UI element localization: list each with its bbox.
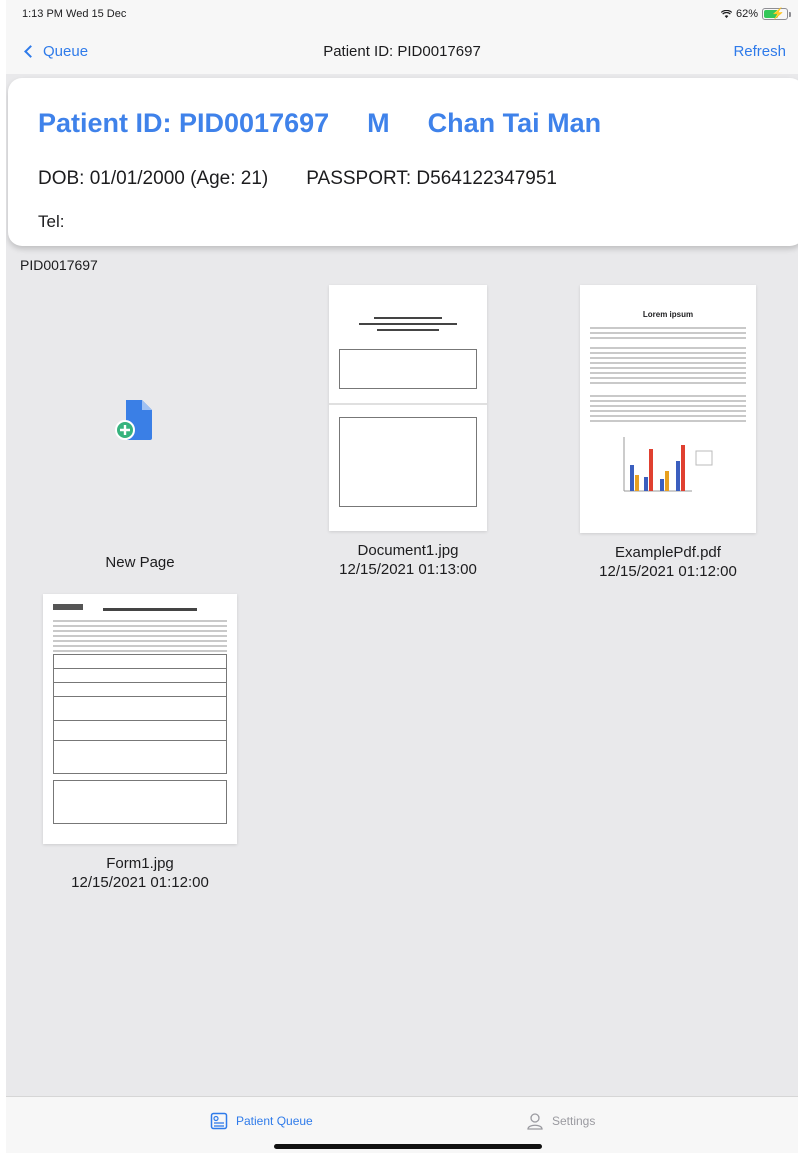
patient-dob: DOB: 01/01/2000 (Age: 21) bbox=[38, 168, 269, 189]
status-bar: 1:13 PM Wed 15 Dec 62% ⚡ bbox=[6, 0, 798, 32]
refresh-button[interactable]: Refresh bbox=[733, 43, 786, 60]
pdf-thumb-heading: Lorem ipsum bbox=[642, 310, 694, 319]
form-tile[interactable]: Form1.jpg 12/15/2021 01:12:00 bbox=[10, 594, 270, 892]
form-caption: Form1.jpg 12/15/2021 01:12:00 bbox=[10, 854, 270, 892]
new-page-label: New Page bbox=[105, 554, 175, 571]
document-caption: Document1.jpg 12/15/2021 01:13:00 bbox=[278, 541, 538, 579]
tab-patient-queue-label: Patient Queue bbox=[236, 1114, 313, 1128]
battery-percent: 62% bbox=[735, 8, 758, 20]
form-thumbnail bbox=[43, 594, 237, 844]
tab-patient-queue[interactable]: Patient Queue bbox=[210, 1112, 313, 1130]
nav-title: Patient ID: PID0017697 bbox=[323, 43, 481, 60]
patient-id: Patient ID: PID0017697 bbox=[38, 108, 330, 138]
folder-label: PID0017697 bbox=[20, 257, 98, 273]
form-name: Form1.jpg bbox=[106, 855, 174, 872]
patient-passport: PASSPORT: D564122347951 bbox=[306, 168, 557, 189]
pdf-chart-thumbnail bbox=[623, 437, 713, 492]
document-date: 12/15/2021 01:13:00 bbox=[339, 561, 477, 578]
patient-name: Chan Tai Man bbox=[427, 108, 602, 138]
pdf-tile[interactable]: Lorem ipsum ExamplePdf.pdf 12/15/2021 01… bbox=[538, 285, 798, 581]
new-page-tile[interactable]: New Page bbox=[10, 285, 270, 585]
document-tile[interactable]: Document1.jpg 12/15/2021 01:13:00 bbox=[278, 285, 538, 579]
tab-settings[interactable]: Settings bbox=[526, 1112, 595, 1130]
patient-info-card: Patient ID: PID0017697 M Chan Tai Man DO… bbox=[8, 78, 798, 246]
document-thumbnail bbox=[329, 285, 487, 531]
add-document-icon bbox=[115, 400, 152, 440]
pdf-caption: ExamplePdf.pdf 12/15/2021 01:12:00 bbox=[538, 543, 798, 581]
patient-header: Patient ID: PID0017697 M Chan Tai Man bbox=[38, 108, 601, 139]
patient-sex: M bbox=[367, 108, 390, 138]
pdf-thumbnail: Lorem ipsum bbox=[580, 285, 756, 533]
patient-queue-icon bbox=[210, 1112, 228, 1130]
status-time: 1:13 PM Wed 15 Dec bbox=[22, 8, 127, 20]
tab-settings-label: Settings bbox=[552, 1114, 596, 1128]
document-name: Document1.jpg bbox=[357, 542, 459, 559]
pdf-name: ExamplePdf.pdf bbox=[615, 544, 721, 561]
home-indicator bbox=[274, 1144, 542, 1149]
status-indicators: 62% ⚡ bbox=[720, 8, 791, 20]
wifi-icon bbox=[720, 9, 732, 18]
patient-details: DOB: 01/01/2000 (Age: 21) PASSPORT: D564… bbox=[38, 168, 557, 190]
battery-icon: ⚡ bbox=[762, 8, 791, 20]
patient-tel: Tel: bbox=[38, 212, 65, 231]
app-frame: 1:13 PM Wed 15 Dec 62% ⚡ Queue Patient I… bbox=[6, 0, 798, 1153]
pdf-date: 12/15/2021 01:12:00 bbox=[599, 563, 737, 580]
person-icon bbox=[527, 1113, 543, 1130]
form-date: 12/15/2021 01:12:00 bbox=[71, 874, 209, 891]
navigation-bar: Queue Patient ID: PID0017697 Refresh bbox=[6, 32, 798, 74]
